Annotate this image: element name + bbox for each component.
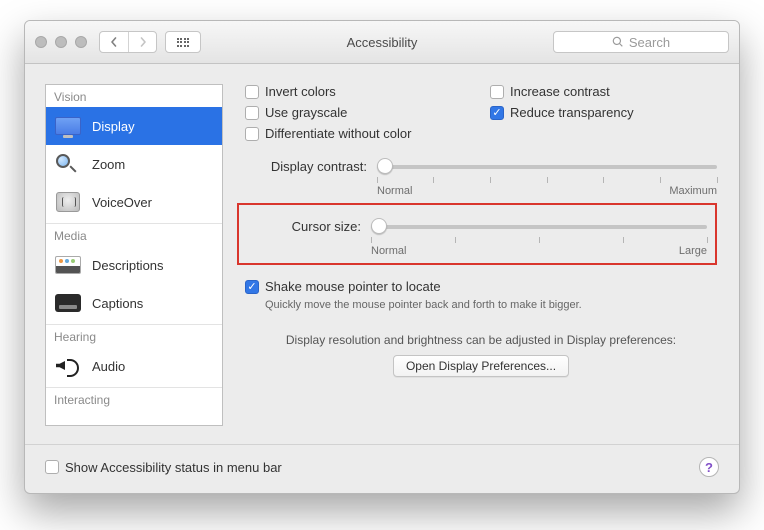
sidebar-item-label: Descriptions	[92, 258, 164, 273]
chevron-left-icon	[109, 37, 119, 47]
checkbox-icon: ✓	[490, 106, 504, 120]
checkbox-icon	[45, 460, 59, 474]
checkbox-icon	[490, 85, 504, 99]
sidebar-item-label: VoiceOver	[92, 195, 152, 210]
nav-buttons	[99, 31, 157, 53]
cursor-size-slider[interactable]	[371, 217, 707, 237]
preferences-window: Accessibility Search Vision Display Zoom	[24, 20, 740, 494]
back-button[interactable]	[100, 32, 128, 52]
slider-knob-icon[interactable]	[371, 218, 387, 234]
slider-ticks	[371, 237, 707, 243]
checkbox-label: Reduce transparency	[510, 105, 634, 120]
sidebar-item-captions[interactable]: Captions	[46, 284, 222, 322]
open-display-preferences-button[interactable]: Open Display Preferences...	[393, 355, 569, 377]
checkbox-label: Invert colors	[265, 84, 336, 99]
window-footer: Show Accessibility status in menu bar ?	[25, 444, 739, 493]
descriptions-icon	[54, 254, 82, 276]
zoom-icon	[54, 153, 82, 175]
sidebar-item-label: Audio	[92, 359, 125, 374]
checkbox-icon	[245, 106, 259, 120]
checkbox-invert-colors[interactable]: Invert colors	[245, 84, 472, 99]
display-contrast-slider[interactable]	[377, 157, 717, 177]
display-contrast-label: Display contrast:	[245, 157, 377, 174]
slider-max-label: Maximum	[669, 185, 717, 197]
sidebar-item-voiceover[interactable]: VoiceOver	[46, 183, 222, 221]
minimize-window-icon[interactable]	[55, 36, 67, 48]
sidebar-item-label: Captions	[92, 296, 143, 311]
checkbox-label: Differentiate without color	[265, 126, 411, 141]
checkbox-differentiate-without-color[interactable]: Differentiate without color	[245, 126, 717, 141]
slider-min-label: Normal	[377, 185, 412, 197]
display-icon	[54, 115, 82, 137]
checkbox-label: Shake mouse pointer to locate	[265, 279, 441, 294]
sidebar-cat-interacting: Interacting	[46, 387, 222, 410]
forward-button[interactable]	[128, 32, 156, 52]
category-sidebar[interactable]: Vision Display Zoom VoiceOver Media Desc…	[45, 84, 223, 426]
sidebar-item-zoom[interactable]: Zoom	[46, 145, 222, 183]
grid-icon	[177, 38, 190, 47]
titlebar: Accessibility Search	[25, 21, 739, 64]
sidebar-item-label: Display	[92, 119, 135, 134]
slider-max-label: Large	[679, 245, 707, 257]
shake-to-locate-section: ✓ Shake mouse pointer to locate Quickly …	[245, 279, 717, 311]
checkbox-use-grayscale[interactable]: Use grayscale	[245, 105, 472, 120]
sidebar-item-display[interactable]: Display	[46, 107, 222, 145]
settings-pane: Invert colors Increase contrast Use gray…	[223, 84, 719, 430]
search-icon	[612, 36, 624, 48]
display-prefs-note: Display resolution and brightness can be…	[245, 333, 717, 377]
sidebar-item-descriptions[interactable]: Descriptions	[46, 246, 222, 284]
display-contrast-row: Display contrast: Normal Maximum	[245, 157, 717, 197]
checkbox-label: Use grayscale	[265, 105, 347, 120]
slider-min-label: Normal	[371, 245, 406, 257]
cursor-size-label: Cursor size:	[247, 217, 371, 234]
chevron-right-icon	[138, 37, 148, 47]
checkbox-icon: ✓	[245, 280, 259, 294]
cursor-size-highlight: Cursor size: Normal Large	[237, 203, 717, 265]
checkbox-show-status-menubar[interactable]: Show Accessibility status in menu bar	[45, 460, 282, 475]
checkbox-label: Increase contrast	[510, 84, 610, 99]
checkbox-shake-to-locate[interactable]: ✓ Shake mouse pointer to locate	[245, 279, 717, 294]
close-window-icon[interactable]	[35, 36, 47, 48]
slider-ticks	[377, 177, 717, 183]
search-field[interactable]: Search	[553, 31, 729, 53]
slider-knob-icon[interactable]	[377, 158, 393, 174]
shake-hint-text: Quickly move the mouse pointer back and …	[265, 299, 717, 311]
checkbox-icon	[245, 127, 259, 141]
show-all-button[interactable]	[165, 31, 201, 53]
checkbox-reduce-transparency[interactable]: ✓ Reduce transparency	[490, 105, 717, 120]
checkbox-icon	[245, 85, 259, 99]
sidebar-cat-media: Media	[46, 223, 222, 246]
cursor-size-row: Cursor size: Normal Large	[247, 217, 707, 257]
help-button[interactable]: ?	[699, 457, 719, 477]
window-controls	[35, 36, 87, 48]
checkbox-label: Show Accessibility status in menu bar	[65, 460, 282, 475]
question-icon: ?	[705, 460, 713, 475]
sidebar-cat-vision: Vision	[46, 85, 222, 107]
sidebar-cat-hearing: Hearing	[46, 324, 222, 347]
zoom-window-icon[interactable]	[75, 36, 87, 48]
audio-icon	[54, 355, 82, 377]
sidebar-item-label: Zoom	[92, 157, 125, 172]
captions-icon	[54, 292, 82, 314]
note-text: Display resolution and brightness can be…	[245, 333, 717, 347]
search-placeholder: Search	[629, 35, 670, 50]
sidebar-item-audio[interactable]: Audio	[46, 347, 222, 385]
voiceover-icon	[54, 191, 82, 213]
checkbox-increase-contrast[interactable]: Increase contrast	[490, 84, 717, 99]
